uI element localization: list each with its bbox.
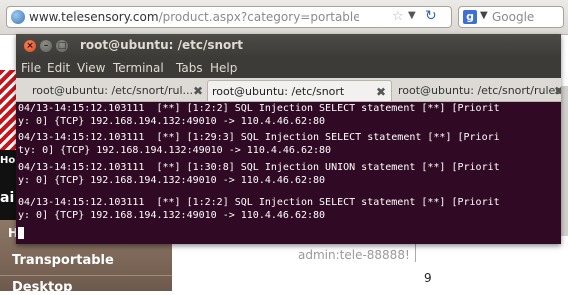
tab-snort[interactable]: root@ubuntu: /etc/snort ✖ (207, 80, 392, 101)
nav-divider (0, 275, 172, 276)
terminal-output[interactable]: 04/13-14:15:12.103111 [**] [1:2:2] SQL I… (16, 102, 561, 244)
menu-edit[interactable]: Edit (47, 61, 70, 75)
tab-close-icon[interactable]: ✖ (193, 84, 203, 98)
close-icon[interactable]: × (24, 40, 36, 52)
alert-line: 04/13-14:15:12.103111 [**] [1:2:2] SQL I… (18, 103, 500, 114)
terminal-window: × – □ root@ubuntu: /etc/snort File Edit … (16, 34, 561, 244)
url-text[interactable]: www.telesensory.com/product.aspx?categor… (29, 10, 359, 24)
menu-file[interactable]: File (21, 61, 41, 75)
terminal-cursor (18, 227, 24, 239)
alert-line: y: 0] {TCP} 192.168.194.132:49010 -> 110… (18, 116, 326, 127)
menu-tabs[interactable]: Tabs (176, 61, 203, 75)
tab-bar: root@ubuntu: /etc/snort/rul... ✖ root@ub… (16, 78, 561, 102)
tab-label: root@ubuntu: /etc/snort/rules (398, 84, 561, 97)
menu-help[interactable]: Help (210, 61, 237, 75)
globe-icon (11, 10, 25, 24)
google-search-engine-icon[interactable]: g (463, 10, 477, 24)
url-domain: www.telesensory.com (29, 10, 159, 24)
alert-line: 04/13-14:15:12.103111 [**] [1:2:2] SQL I… (18, 197, 500, 208)
tab-label: root@ubuntu: /etc/snort (212, 85, 345, 98)
browser-scrollbar[interactable] (561, 86, 568, 236)
nav-item-desktop[interactable]: Desktop (12, 280, 72, 295)
menu-terminal[interactable]: Terminal (113, 61, 164, 75)
sidebar-fragment-ai: ai (0, 190, 15, 206)
menu-bar: File Edit View Terminal Tabs Help (16, 58, 561, 78)
browser-toolbar: www.telesensory.com/product.aspx?categor… (0, 0, 568, 35)
menu-view[interactable]: View (77, 61, 105, 75)
sidebar-fragment-ho: Ho (0, 155, 16, 166)
tab-close-icon[interactable]: ✖ (554, 84, 561, 98)
page-number: 9 (424, 271, 432, 285)
url-path: /product.aspx?category=portable&id=-1 un… (158, 10, 359, 24)
search-box[interactable]: g ▼ Google (458, 6, 564, 28)
tab-close-icon[interactable]: ✖ (376, 85, 386, 99)
injected-credentials-text: admin:tele-88888! (298, 248, 410, 262)
title-bar[interactable]: × – □ root@ubuntu: /etc/snort (16, 34, 561, 58)
tab-snort-rules[interactable]: root@ubuntu: /etc/snort/rules ✖ (394, 80, 561, 101)
bookmark-star-icon[interactable]: ☆ (392, 9, 404, 24)
alert-line: 04/13-14:15:12.103111 [**] [1:30:8] SQL … (18, 162, 500, 173)
url-dropdown-icon[interactable]: ▼ (408, 10, 416, 21)
search-engine-dropdown-icon[interactable]: ▼ (480, 10, 488, 21)
tab-snort-rul[interactable]: root@ubuntu: /etc/snort/rul... ✖ (28, 80, 206, 101)
url-bar[interactable]: www.telesensory.com/product.aspx?categor… (6, 6, 452, 28)
alert-line: ty: 0] {TCP} 192.168.194.132:49010 -> 11… (18, 145, 332, 156)
reload-icon[interactable]: ↻ (425, 8, 437, 24)
alert-line: y: 0] {TCP} 192.168.194.132:49010 -> 110… (18, 210, 326, 221)
maximize-icon[interactable]: □ (56, 40, 68, 52)
window-title: root@ubuntu: /etc/snort (80, 38, 243, 52)
minimize-icon[interactable]: – (40, 40, 52, 52)
tab-label: root@ubuntu: /etc/snort/rul... (32, 84, 193, 97)
site-logo (0, 70, 16, 150)
alert-line: 04/13-14:15:12.103111 [**] [1:29:3] SQL … (18, 132, 500, 143)
search-input[interactable]: Google (492, 10, 534, 24)
alert-line: y: 0] {TCP} 192.168.194.132:49010 -> 110… (18, 175, 326, 186)
nav-item-transportable[interactable]: Transportable (12, 253, 114, 268)
